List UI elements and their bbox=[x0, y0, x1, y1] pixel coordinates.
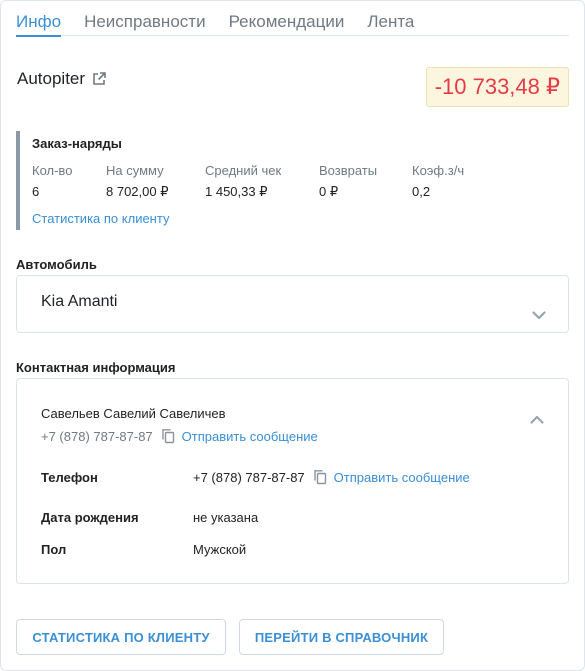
balance-badge: -10 733,48 ₽ bbox=[425, 67, 569, 107]
stat-count: Кол-во 6 bbox=[32, 163, 106, 200]
birthday-value: не указана bbox=[193, 510, 259, 525]
tab-recommendations[interactable]: Рекомендации bbox=[229, 8, 345, 36]
birthday-row: Дата рождения не указана bbox=[41, 510, 258, 525]
stat-label: Средний чек bbox=[205, 163, 282, 178]
stat-label: Возвраты bbox=[319, 163, 378, 178]
phone-label: Телефон bbox=[41, 469, 98, 485]
gender-row: Пол Мужской bbox=[41, 542, 246, 557]
stat-label: Коэф.з/ч bbox=[412, 163, 465, 178]
stat-value: 1 450,33 ₽ bbox=[205, 184, 268, 199]
phone-value-group: +7 (878) 787-87-87 Отправить сообщение bbox=[193, 469, 470, 485]
stat-coefficient: Коэф.з/ч 0,2 bbox=[412, 163, 482, 200]
client-name: Autopiter bbox=[17, 69, 86, 88]
tab-bar: Инфо Неисправности Рекомендации Лента bbox=[16, 8, 569, 37]
gender-label: Пол bbox=[41, 542, 67, 557]
orders-title: Заказ-наряды bbox=[32, 136, 122, 151]
car-name: Kia Amanti bbox=[41, 293, 118, 310]
stat-value: 0 ₽ bbox=[319, 184, 339, 199]
client-stats-button[interactable]: СТАТИСТИКА ПО КЛИЕНТУ bbox=[16, 619, 226, 655]
gender-value: Мужской bbox=[193, 542, 247, 557]
stat-label: Кол-во bbox=[32, 163, 73, 178]
stat-value: 6 bbox=[32, 184, 40, 199]
copy-icon[interactable] bbox=[161, 428, 175, 444]
stat-value: 0,2 bbox=[412, 184, 431, 199]
contact-card: Савельев Савелий Савеличев +7 (878) 787-… bbox=[16, 378, 569, 584]
phone-value: +7 (878) 787-87-87 bbox=[193, 469, 305, 485]
external-link-icon[interactable] bbox=[91, 71, 107, 87]
orders-block: Заказ-наряды Кол-во 6 На сумму 8 702,00 … bbox=[16, 131, 486, 230]
copy-icon[interactable] bbox=[313, 469, 327, 485]
contact-phone-row: +7 (878) 787-87-87 Отправить сообщение bbox=[41, 428, 318, 444]
client-stats-link[interactable]: Статистика по клиенту bbox=[32, 211, 169, 226]
car-section-title: Автомобиль bbox=[16, 257, 97, 272]
tab-feed[interactable]: Лента bbox=[367, 8, 414, 36]
birthday-label: Дата рождения bbox=[41, 510, 139, 525]
client-header: Autopiter bbox=[17, 69, 107, 89]
send-message-link[interactable]: Отправить сообщение bbox=[182, 429, 318, 444]
orders-stats: Кол-во 6 На сумму 8 702,00 ₽ Средний чек… bbox=[32, 163, 486, 200]
stat-returns: Возвраты 0 ₽ bbox=[319, 163, 412, 200]
contact-section-title: Контактная информация bbox=[16, 360, 176, 375]
send-message-link[interactable]: Отправить сообщение bbox=[334, 470, 470, 485]
stat-label: На сумму bbox=[106, 163, 164, 178]
phone-row: Телефон +7 (878) 787-87-87 Отправить соо… bbox=[41, 469, 470, 485]
contact-person-phone: +7 (878) 787-87-87 bbox=[41, 428, 153, 444]
chevron-up-icon[interactable] bbox=[530, 411, 544, 424]
go-to-directory-button[interactable]: ПЕРЕЙТИ В СПРАВОЧНИК bbox=[239, 619, 444, 655]
tab-faults[interactable]: Неисправности bbox=[84, 8, 206, 36]
stat-value: 8 702,00 ₽ bbox=[106, 184, 169, 199]
contact-person-name: Савельев Савелий Савеличев bbox=[41, 406, 226, 421]
stat-sum: На сумму 8 702,00 ₽ bbox=[106, 163, 205, 200]
tab-info[interactable]: Инфо bbox=[16, 8, 62, 37]
car-select[interactable]: Kia Amanti bbox=[16, 275, 569, 333]
chevron-down-icon[interactable] bbox=[532, 307, 546, 320]
stat-average: Средний чек 1 450,33 ₽ bbox=[205, 163, 319, 200]
